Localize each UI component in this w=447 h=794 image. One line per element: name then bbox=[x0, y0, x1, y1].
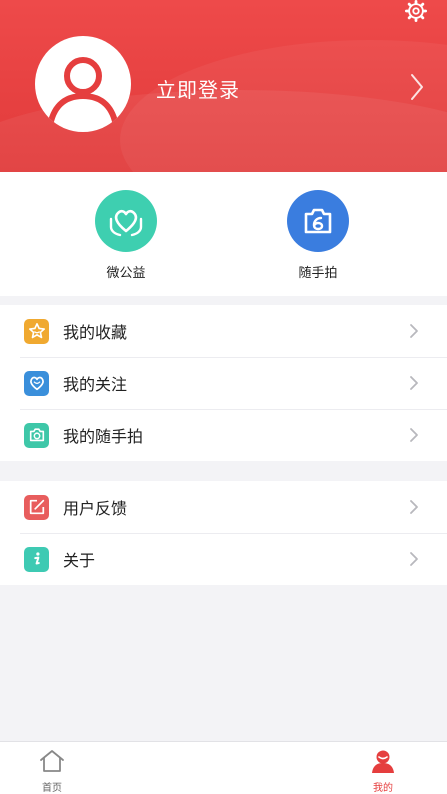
menu-item-my-snapshots[interactable]: 我的随手拍 bbox=[0, 409, 447, 461]
chevron-right-icon bbox=[410, 500, 418, 514]
star-icon bbox=[24, 318, 49, 344]
profile-header: 立即登录 bbox=[0, 0, 447, 172]
menu-group-personal: 我的收藏 我的关注 我的随手拍 bbox=[0, 305, 447, 461]
menu-group-support: 用户反馈 关于 bbox=[0, 481, 447, 585]
tab-home-label: 首页 bbox=[42, 783, 62, 794]
default-user-icon bbox=[46, 57, 120, 132]
tab-mine-label: 我的 bbox=[373, 783, 393, 794]
menu-item-label: 我的关注 bbox=[63, 375, 128, 394]
camera-icon bbox=[304, 208, 332, 234]
settings-gear-icon[interactable] bbox=[405, 0, 427, 22]
quick-action-label: 微公益 bbox=[106, 266, 146, 281]
menu-item-follows[interactable]: 我的关注 bbox=[0, 357, 447, 409]
menu-item-label: 关于 bbox=[63, 551, 96, 570]
menu-item-about[interactable]: 关于 bbox=[0, 533, 447, 585]
info-icon bbox=[24, 546, 49, 572]
chevron-right-icon bbox=[410, 552, 418, 566]
header-wave-decoration bbox=[120, 40, 447, 172]
camera-icon bbox=[24, 422, 49, 448]
edit-icon bbox=[24, 494, 49, 520]
menu-item-feedback[interactable]: 用户反馈 bbox=[0, 481, 447, 533]
bottom-tab-bar: 首页 我的 bbox=[0, 741, 447, 794]
heart-icon bbox=[24, 370, 49, 396]
menu-item-label: 用户反馈 bbox=[63, 499, 128, 518]
quick-action-charity[interactable]: 微公益 bbox=[81, 190, 171, 281]
home-icon bbox=[40, 750, 64, 772]
avatar[interactable] bbox=[35, 36, 131, 132]
menu-item-label: 我的随手拍 bbox=[63, 427, 144, 446]
chevron-right-icon[interactable] bbox=[409, 72, 425, 102]
chevron-right-icon bbox=[410, 428, 418, 442]
user-icon bbox=[372, 750, 394, 773]
heart-hands-icon bbox=[109, 209, 143, 237]
quick-action-label: 随手拍 bbox=[298, 266, 338, 281]
menu-item-label: 我的收藏 bbox=[63, 323, 128, 342]
chevron-right-icon bbox=[410, 376, 418, 390]
tab-home[interactable]: 首页 bbox=[22, 748, 82, 794]
snapshot-icon-circle bbox=[287, 190, 349, 252]
login-link[interactable]: 立即登录 bbox=[156, 74, 240, 103]
quick-actions-panel: 微公益 随手拍 bbox=[0, 172, 447, 296]
chevron-right-icon bbox=[410, 324, 418, 338]
quick-action-snapshot[interactable]: 随手拍 bbox=[273, 190, 363, 281]
charity-icon-circle bbox=[95, 190, 157, 252]
tab-mine[interactable]: 我的 bbox=[353, 748, 413, 794]
menu-item-favorites[interactable]: 我的收藏 bbox=[0, 305, 447, 357]
